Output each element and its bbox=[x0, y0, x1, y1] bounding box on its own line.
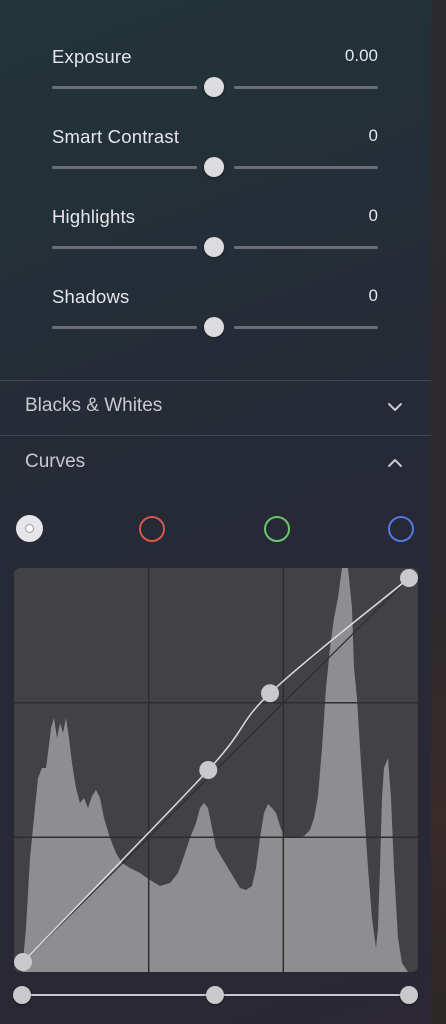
green-channel-button[interactable] bbox=[264, 516, 290, 542]
shadows-value[interactable]: 0 bbox=[369, 286, 378, 306]
white-point-handle[interactable] bbox=[400, 986, 418, 1004]
curve-control-point[interactable] bbox=[14, 953, 32, 971]
highlights-slider-track-left[interactable] bbox=[52, 246, 197, 249]
smart-contrast-slider-track-right[interactable] bbox=[234, 166, 378, 169]
curve-control-point[interactable] bbox=[199, 761, 218, 779]
shadows-slider-knob[interactable] bbox=[204, 317, 224, 337]
smart-contrast-control: Smart Contrast 0 bbox=[52, 126, 378, 186]
highlights-label: Highlights bbox=[52, 206, 136, 227]
smart-contrast-label: Smart Contrast bbox=[52, 126, 180, 147]
red-channel-button[interactable] bbox=[139, 516, 165, 542]
exposure-slider-track-right[interactable] bbox=[234, 86, 378, 89]
blue-channel-button[interactable] bbox=[388, 516, 414, 542]
highlights-value[interactable]: 0 bbox=[369, 206, 378, 226]
exposure-label: Exposure bbox=[52, 46, 132, 67]
exposure-slider-knob[interactable] bbox=[204, 77, 224, 97]
chevron-up-icon[interactable] bbox=[385, 453, 405, 473]
blacks-whites-title: Blacks & Whites bbox=[25, 395, 163, 416]
highlights-control: Highlights 0 bbox=[52, 206, 378, 266]
black-point-handle[interactable] bbox=[13, 986, 31, 1004]
luminance-channel-button[interactable] bbox=[16, 515, 43, 542]
curves-editor[interactable] bbox=[14, 568, 418, 972]
blacks-whites-header[interactable]: Blacks & Whites bbox=[25, 395, 405, 425]
shadows-label: Shadows bbox=[52, 286, 130, 307]
shadows-control: Shadows 0 bbox=[52, 286, 378, 346]
exposure-control: Exposure 0.00 bbox=[52, 46, 378, 106]
section-divider bbox=[0, 380, 431, 381]
adjustments-panel: Exposure 0.00 Smart Contrast 0 Highlight… bbox=[0, 0, 431, 1024]
right-edge-strip bbox=[431, 0, 446, 1024]
chevron-down-icon[interactable] bbox=[385, 397, 405, 417]
smart-contrast-value[interactable]: 0 bbox=[369, 126, 378, 146]
curves-title: Curves bbox=[25, 451, 86, 472]
shadows-slider-track-left[interactable] bbox=[52, 326, 197, 329]
exposure-value[interactable]: 0.00 bbox=[345, 46, 378, 66]
smart-contrast-slider-knob[interactable] bbox=[204, 157, 224, 177]
curves-graph[interactable] bbox=[14, 568, 418, 972]
curve-control-point[interactable] bbox=[400, 569, 418, 587]
curves-header[interactable]: Curves bbox=[25, 451, 405, 481]
highlights-slider-knob[interactable] bbox=[204, 237, 224, 257]
midpoint-handle[interactable] bbox=[206, 986, 224, 1004]
highlights-slider-track-right[interactable] bbox=[234, 246, 378, 249]
exposure-slider-track-left[interactable] bbox=[52, 86, 197, 89]
smart-contrast-slider-track-left[interactable] bbox=[52, 166, 197, 169]
curve-control-point[interactable] bbox=[261, 684, 280, 703]
shadows-slider-track-right[interactable] bbox=[234, 326, 378, 329]
section-divider bbox=[0, 435, 431, 436]
